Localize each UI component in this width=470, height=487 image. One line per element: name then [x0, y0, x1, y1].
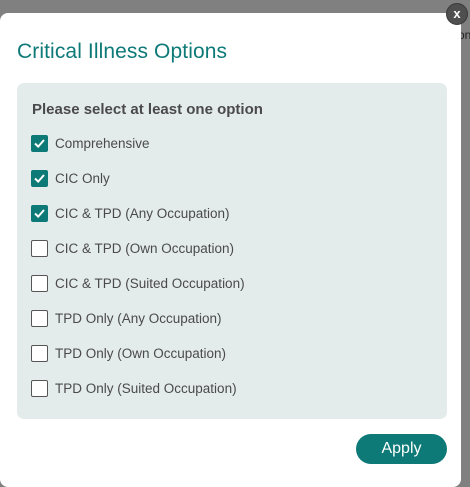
option-label: CIC & TPD (Any Occupation) — [55, 205, 230, 221]
checkbox[interactable] — [31, 274, 48, 292]
option-label: TPD Only (Own Occupation) — [55, 345, 227, 361]
option-cic-tpd-own[interactable]: CIC & TPD (Own Occupation) — [31, 238, 234, 258]
option-cic-tpd-any[interactable]: CIC & TPD (Any Occupation) — [31, 203, 230, 223]
option-cic-only[interactable]: CIC Only — [31, 168, 110, 188]
options-heading: Please select at least one option — [32, 101, 263, 118]
modal-title: Critical Illness Options — [17, 40, 228, 63]
option-cic-tpd-suited[interactable]: CIC & TPD (Suited Occupation) — [31, 273, 245, 293]
check-icon — [34, 138, 45, 148]
checkbox[interactable] — [31, 344, 48, 362]
checkbox[interactable] — [31, 169, 48, 187]
option-tpd-own[interactable]: TPD Only (Own Occupation) — [31, 343, 226, 363]
checkbox[interactable] — [31, 239, 48, 257]
checkbox[interactable] — [31, 309, 48, 327]
checkbox[interactable] — [31, 379, 48, 397]
option-tpd-suited[interactable]: TPD Only (Suited Occupation) — [31, 378, 237, 398]
option-label: Comprehensive — [55, 135, 150, 151]
option-label: TPD Only (Any Occupation) — [55, 310, 222, 326]
option-label: TPD Only (Suited Occupation) — [55, 380, 237, 396]
checkbox[interactable] — [31, 134, 48, 152]
option-label: CIC Only — [55, 170, 110, 186]
apply-button[interactable]: Apply — [356, 434, 447, 464]
option-comprehensive[interactable]: Comprehensive — [31, 133, 150, 153]
options-panel: Please select at least one option Compre… — [17, 83, 447, 419]
option-label: CIC & TPD (Own Occupation) — [55, 240, 235, 256]
option-tpd-any[interactable]: TPD Only (Any Occupation) — [31, 308, 222, 328]
checkbox[interactable] — [31, 204, 48, 222]
option-label: CIC & TPD (Suited Occupation) — [55, 275, 245, 291]
close-icon[interactable]: x — [446, 3, 468, 25]
check-icon — [34, 173, 45, 183]
critical-illness-modal: Critical Illness Options Please select a… — [0, 13, 461, 487]
check-icon — [34, 208, 45, 218]
